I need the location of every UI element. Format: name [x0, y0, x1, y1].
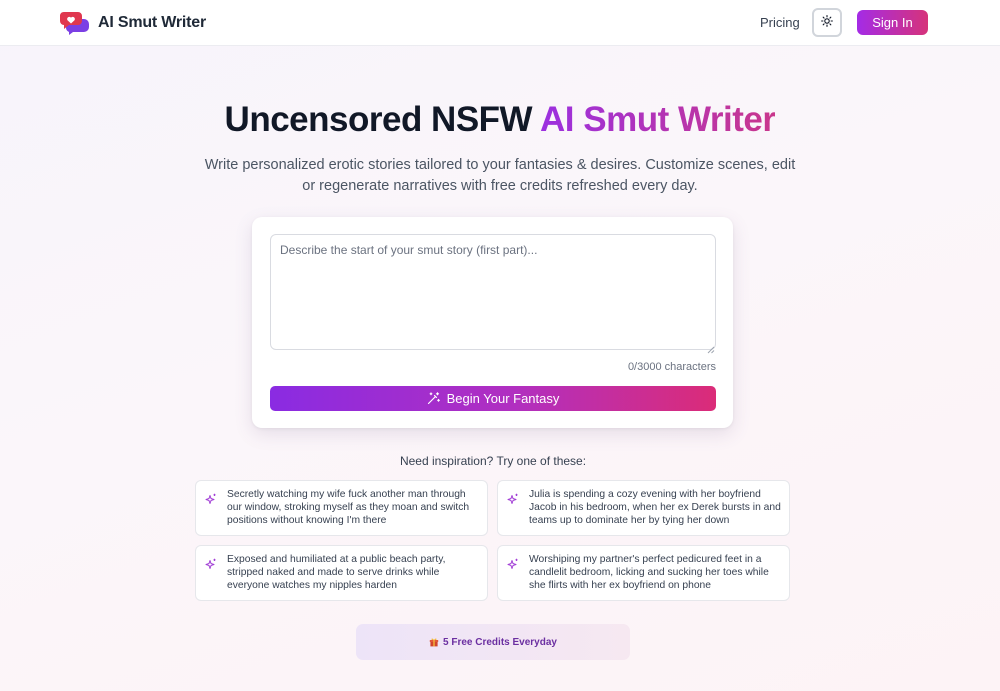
sign-in-button[interactable]: Sign In	[857, 10, 928, 35]
free-credits-banner: 5 Free Credits Everyday	[356, 624, 630, 660]
begin-fantasy-label: Begin Your Fantasy	[446, 391, 560, 406]
sparkle-icon	[507, 492, 519, 504]
suggestion-card[interactable]: Exposed and humiliated at a public beach…	[195, 545, 488, 601]
page-subtitle: Write personalized erotic stories tailor…	[204, 157, 796, 194]
top-nav-bar: AI Smut Writer Pricing Sign In	[0, 0, 1000, 46]
suggestion-text: Julia is spending a cozy evening with he…	[529, 489, 781, 526]
sparkle-icon	[205, 557, 217, 569]
nav-link-pricing[interactable]: Pricing	[760, 15, 800, 30]
suggestion-text: Secretly watching my wife fuck another m…	[227, 489, 470, 526]
inspiration-heading: Need inspiration? Try one of these:	[399, 454, 587, 468]
suggestion-card[interactable]: Julia is spending a cozy evening with he…	[497, 480, 790, 536]
sparkle-icon	[205, 492, 217, 504]
brand-logo[interactable]: AI Smut Writer	[58, 10, 206, 36]
sparkle-icon	[507, 557, 519, 569]
story-prompt-input[interactable]	[270, 234, 716, 350]
brand-name: AI Smut Writer	[98, 14, 207, 31]
suggestion-card[interactable]: Worshiping my partner's perfect pedicure…	[497, 545, 790, 601]
page-title-accent: AI Smut Writer	[540, 100, 776, 139]
free-credits-label: 5 Free Credits Everyday	[443, 636, 557, 648]
character-counter: 0/3000 characters	[627, 361, 716, 373]
theme-toggle-button[interactable]	[812, 8, 842, 37]
page-title: Uncensored NSFW AI Smut Writer	[0, 100, 1000, 140]
story-composer-card: 0/3000 characters Begin Your Fantasy	[252, 217, 733, 428]
begin-fantasy-button[interactable]: Begin Your Fantasy	[270, 386, 716, 411]
suggestion-card[interactable]: Secretly watching my wife fuck another m…	[195, 480, 488, 536]
resize-handle-icon[interactable]	[707, 341, 715, 354]
sun-icon	[821, 14, 833, 32]
magic-wand-icon	[427, 392, 440, 405]
page-title-plain: Uncensored NSFW	[224, 100, 541, 139]
suggestion-text: Exposed and humiliated at a public beach…	[227, 554, 446, 591]
suggestion-text: Worshiping my partner's perfect pedicure…	[529, 554, 769, 591]
heart-chat-bubble-icon	[58, 11, 94, 35]
gift-icon	[429, 637, 439, 647]
